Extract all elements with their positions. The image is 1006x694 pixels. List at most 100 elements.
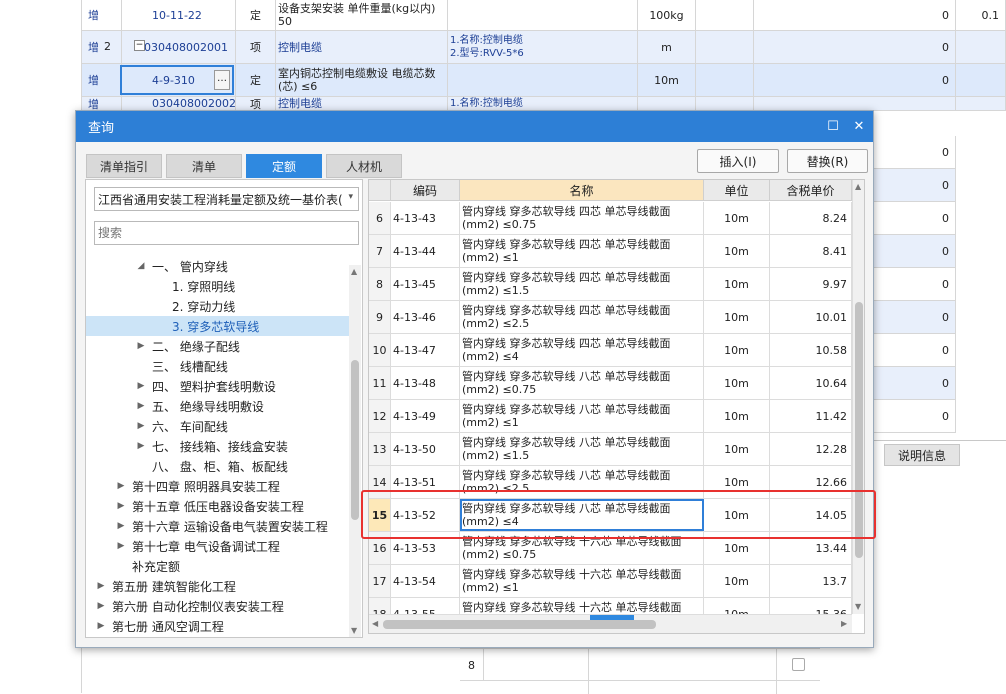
sheet-cell-mark[interactable]: 增 xyxy=(82,97,122,110)
quota-unit[interactable]: 10m xyxy=(704,334,770,366)
quota-price[interactable]: 8.24 xyxy=(770,202,852,234)
tree-scroll-thumb[interactable] xyxy=(351,360,359,520)
tree-item[interactable]: ▶第八册 工业管道工程 xyxy=(86,636,349,637)
quota-unit[interactable]: 10m xyxy=(704,301,770,333)
quota-code[interactable]: 4-13-48 xyxy=(391,367,460,399)
sheet-cell-features[interactable] xyxy=(448,64,638,96)
tab-list[interactable]: 清单 xyxy=(166,154,242,178)
header-unit[interactable]: 单位 xyxy=(704,180,770,201)
quota-code[interactable]: 4-13-45 xyxy=(391,268,460,300)
sheet-cell-value[interactable]: 0 xyxy=(874,235,956,268)
expand-right-icon[interactable]: ▶ xyxy=(114,481,128,491)
tree-item[interactable]: ▶ 第十七章 电气设备调试工程 xyxy=(86,536,349,556)
sheet-cell-unit[interactable]: m xyxy=(638,31,696,63)
header-name[interactable]: 名称 xyxy=(460,180,704,201)
grid-vscrollbar[interactable]: ▲ ▼ xyxy=(852,180,864,614)
sheet-cell-v2[interactable]: 0.1 xyxy=(956,0,1006,30)
tree-item[interactable]: 三、 线槽配线 xyxy=(86,356,349,376)
sheet-cell-type[interactable]: 定 xyxy=(236,64,276,96)
splitter-handle[interactable] xyxy=(590,615,634,620)
sheet-cell-name[interactable]: 控制电缆 xyxy=(276,97,448,110)
sheet-row[interactable]: 增 030408002002 项控制电缆 1.名称:控制电缆 xyxy=(82,97,1006,111)
sheet-cell-type[interactable]: 定 xyxy=(236,0,276,30)
grid-row[interactable]: 9 4-13-46 管内穿线 穿多芯软导线 四芯 单芯导线截面(mm2) ≤2.5 1… xyxy=(369,301,852,334)
collapse-icon[interactable]: − xyxy=(134,40,145,51)
sheet-cell-v1[interactable]: 0 xyxy=(754,64,956,96)
header-price[interactable]: 含税单价 xyxy=(770,180,852,201)
grid-row[interactable]: 10 4-13-47 管内穿线 穿多芯软导线 四芯 单芯导线截面(mm2) ≤4 10… xyxy=(369,334,852,367)
sheet-cell-name[interactable]: 设备支架安装 单件重量(kg以内) 50 xyxy=(276,0,448,30)
expand-right-icon[interactable]: ▶ xyxy=(134,341,148,351)
insert-button[interactable]: 插入(I) xyxy=(697,149,779,173)
active-cell-editor[interactable]: … xyxy=(120,65,234,95)
sheet-cell-features[interactable] xyxy=(448,0,638,30)
tab-list-guide[interactable]: 清单指引 xyxy=(86,154,162,178)
scroll-up-icon[interactable]: ▲ xyxy=(351,267,357,276)
grid-row[interactable]: 11 4-13-48 管内穿线 穿多芯软导线 八芯 单芯导线截面(mm2) ≤0.7… xyxy=(369,367,852,400)
bottom-checkbox[interactable] xyxy=(792,658,805,671)
sheet-cell-v2[interactable] xyxy=(956,64,1006,96)
tree-item[interactable]: ▶ 二、 绝缘子配线 xyxy=(86,336,349,356)
quota-code[interactable]: 4-13-46 xyxy=(391,301,460,333)
maximize-icon[interactable]: ☐ xyxy=(824,117,842,135)
sheet-cell-mark[interactable]: 增 xyxy=(82,0,122,30)
sheet-row[interactable]: 增 10-11-22 定设备支架安装 单件重量(kg以内) 50 100kg 0 0.1 xyxy=(82,0,1006,31)
tab-quota[interactable]: 定额 xyxy=(246,154,322,178)
tree-item[interactable]: ◢ 一、 管内穿线 xyxy=(86,256,349,276)
quota-name[interactable]: 管内穿线 穿多芯软导线 八芯 单芯导线截面(mm2) ≤1 xyxy=(460,400,704,432)
expand-right-icon[interactable]: ▶ xyxy=(134,421,148,431)
sheet-cell-value[interactable]: 0 xyxy=(874,169,956,202)
tree-item[interactable]: ▶ 七、 接线箱、接线盒安装 xyxy=(86,436,349,456)
tree-item[interactable]: 3. 穿多芯软导线 xyxy=(86,316,349,336)
expand-down-icon[interactable]: ◢ xyxy=(134,261,148,271)
sheet-cell-value[interactable]: 0 xyxy=(874,301,956,334)
tree-item[interactable]: ▶ 第十五章 低压电器设备安装工程 xyxy=(86,496,349,516)
quota-price[interactable]: 13.7 xyxy=(770,565,852,597)
quota-code[interactable]: 4-13-55 xyxy=(391,598,460,614)
quota-price[interactable]: 11.42 xyxy=(770,400,852,432)
tab-materials[interactable]: 人材机 xyxy=(326,154,402,178)
sheet-row[interactable]: 增 4-9-310 定室内铜芯控制电缆敷设 电缆芯数(芯) ≤6 10m 0… xyxy=(82,64,1006,97)
quota-name[interactable]: 管内穿线 穿多芯软导线 十六芯 单芯导线截面(mm2) ≤1.5 xyxy=(460,598,704,614)
quota-unit[interactable]: 10m xyxy=(704,433,770,465)
scroll-right-icon[interactable]: ▶ xyxy=(841,619,847,628)
tree-item[interactable]: ▶ 第六册 自动化控制仪表安装工程 xyxy=(86,596,349,616)
sheet-cell-mark[interactable]: 增 xyxy=(82,31,122,63)
replace-button[interactable]: 替换(R) xyxy=(787,149,868,173)
expand-right-icon[interactable]: ▶ xyxy=(114,521,128,531)
tree-item[interactable]: ▶ 四、 塑料护套线明敷设 xyxy=(86,376,349,396)
quota-price[interactable]: 8.41 xyxy=(770,235,852,267)
quota-unit[interactable]: 10m xyxy=(704,202,770,234)
quota-name[interactable]: 管内穿线 穿多芯软导线 四芯 单芯导线截面(mm2) ≤0.75 xyxy=(460,202,704,234)
sheet-cell-code[interactable]: 030408002002 xyxy=(122,97,236,110)
header-code[interactable]: 编码 xyxy=(391,180,460,201)
quota-name[interactable]: 管内穿线 穿多芯软导线 四芯 单芯导线截面(mm2) ≤4 xyxy=(460,334,704,366)
sheet-cell-v2[interactable] xyxy=(956,97,1006,110)
close-icon[interactable]: ✕ xyxy=(850,117,868,135)
search-input[interactable] xyxy=(94,221,359,245)
tree-scrollbar[interactable]: ▲ ▼ xyxy=(349,265,361,637)
quota-price[interactable]: 10.01 xyxy=(770,301,852,333)
quota-code[interactable]: 4-13-50 xyxy=(391,433,460,465)
sheet-cell-blank[interactable] xyxy=(696,31,754,63)
scroll-down-icon[interactable]: ▼ xyxy=(855,602,861,611)
sheet-cell-v1[interactable] xyxy=(754,97,956,110)
quota-price[interactable]: 15.36 xyxy=(770,598,852,614)
scroll-up-icon[interactable]: ▲ xyxy=(855,182,861,191)
grid-row[interactable]: 17 4-13-54 管内穿线 穿多芯软导线 十六芯 单芯导线截面(mm2) ≤1 1… xyxy=(369,565,852,598)
sheet-cell-name[interactable]: 控制电缆 xyxy=(276,31,448,63)
sheet-cell-unit[interactable] xyxy=(638,97,696,110)
quota-unit[interactable]: 10m xyxy=(704,598,770,614)
sheet-cell-features[interactable]: 1.名称:控制电缆 xyxy=(448,97,638,110)
sheet-cell-mark[interactable]: 增 xyxy=(82,64,122,96)
quota-library-select[interactable]: 江西省通用安装工程消耗量定额及统一基价表( ▾ xyxy=(94,187,359,211)
sheet-cell-blank[interactable] xyxy=(696,64,754,96)
expand-right-icon[interactable]: ▶ xyxy=(134,381,148,391)
sheet-cell-type[interactable]: 项 xyxy=(236,97,276,110)
sheet-cell-value[interactable]: 0 xyxy=(874,334,956,367)
quota-price[interactable]: 12.28 xyxy=(770,433,852,465)
tree-item[interactable]: ▶ 第七册 通风空调工程 xyxy=(86,616,349,636)
expand-right-icon[interactable]: ▶ xyxy=(114,501,128,511)
expand-right-icon[interactable]: ▶ xyxy=(94,581,108,591)
expand-right-icon[interactable]: ▶ xyxy=(134,401,148,411)
